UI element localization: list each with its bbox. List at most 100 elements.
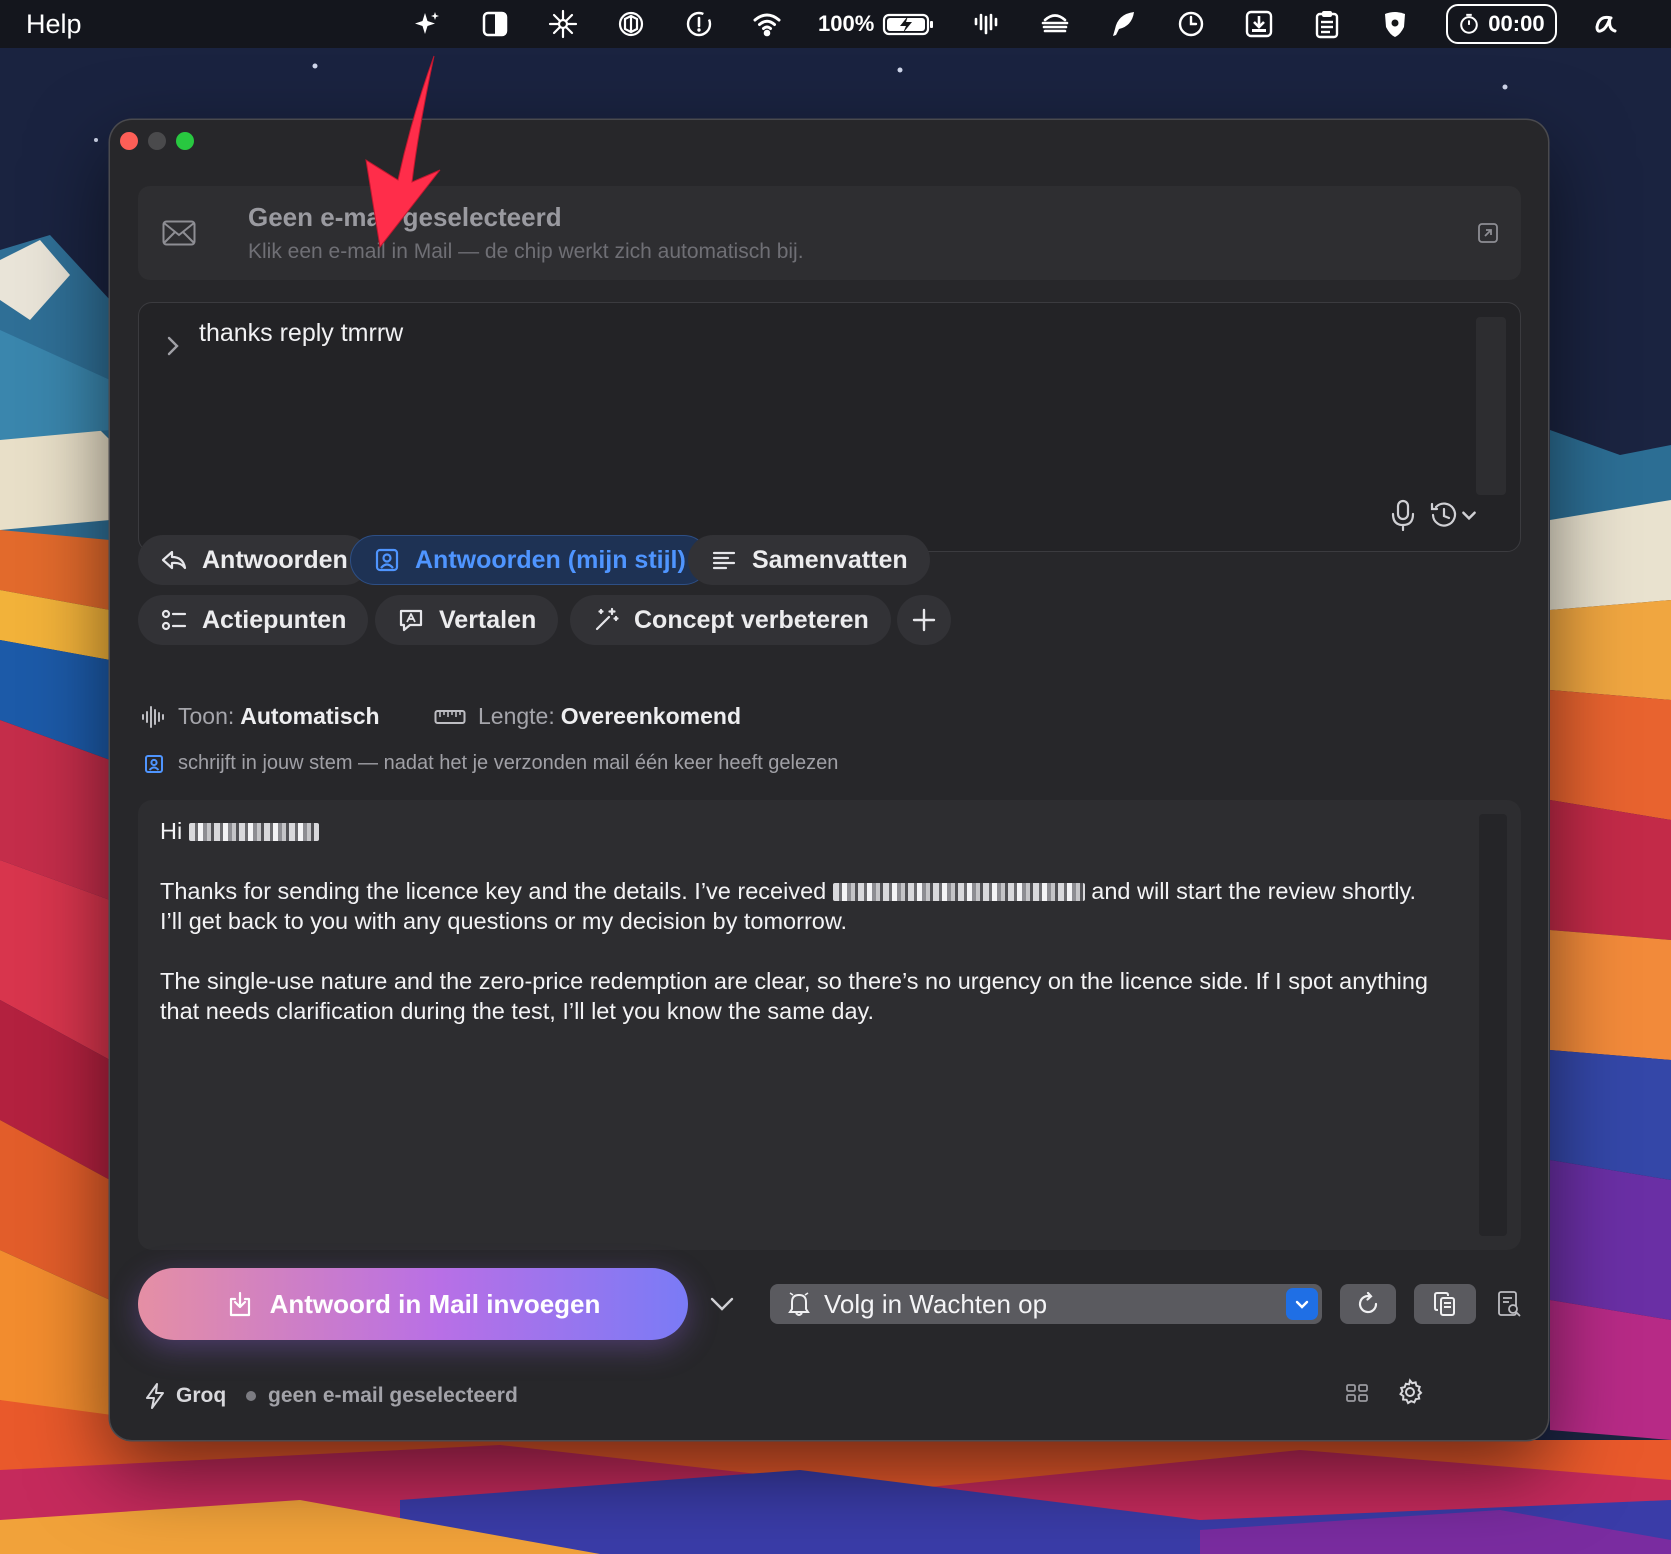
battery-icon[interactable] bbox=[882, 7, 936, 41]
clock-icon[interactable] bbox=[1174, 7, 1208, 41]
tone-label: Toon: bbox=[178, 703, 235, 729]
grid-icon bbox=[1346, 1384, 1368, 1402]
reply-my-style-label: Antwoorden (mijn stijl) bbox=[415, 545, 686, 574]
battery-percentage: 100% bbox=[818, 11, 875, 36]
bell-icon bbox=[788, 1292, 810, 1316]
annotation-arrow bbox=[365, 55, 441, 249]
chevron-down-icon bbox=[1462, 511, 1476, 521]
chevron-right-icon bbox=[167, 336, 179, 356]
waveform-icon bbox=[142, 705, 164, 728]
waveform-icon[interactable] bbox=[970, 7, 1004, 41]
checklist-icon bbox=[161, 609, 187, 631]
insert-tray-icon bbox=[229, 1291, 250, 1317]
followup-label: Volg in Wachten op bbox=[824, 1288, 1048, 1319]
followup-select[interactable]: Volg in Wachten op bbox=[770, 1284, 1322, 1324]
sparkle-icon[interactable] bbox=[410, 7, 444, 41]
script-a-icon[interactable] bbox=[1587, 7, 1621, 41]
draft-paragraph-1: Thanks for sending the licence key and t… bbox=[160, 876, 1431, 936]
status-dot bbox=[246, 1391, 256, 1401]
person-badge-icon bbox=[145, 754, 163, 773]
preview-button[interactable] bbox=[1494, 1284, 1524, 1324]
menu-bar: Help 100% 00:00 bbox=[0, 0, 1671, 48]
prompt-text[interactable]: thanks reply tmrrw bbox=[199, 319, 403, 348]
assistant-window: Geen e-mail geselecteerd Klik een e-mail… bbox=[110, 120, 1548, 1440]
layout-grid-button[interactable] bbox=[1344, 1378, 1370, 1408]
draft-greeting-line: Hi bbox=[160, 816, 1431, 846]
insert-reply-button[interactable]: Antwoord in Mail invoegen bbox=[138, 1268, 688, 1340]
timer-widget[interactable]: 00:00 bbox=[1446, 4, 1557, 44]
summarize-button[interactable]: Samenvatten bbox=[688, 535, 930, 585]
minimize-window-button[interactable] bbox=[148, 132, 166, 150]
snowflake-icon[interactable] bbox=[546, 7, 580, 41]
close-window-button[interactable] bbox=[120, 132, 138, 150]
selected-email-chip[interactable]: Geen e-mail geselecteerd Klik een e-mail… bbox=[138, 186, 1521, 280]
email-status: geen e-mail geselecteerd bbox=[246, 1384, 518, 1408]
document-search-icon bbox=[1498, 1291, 1521, 1317]
burger-icon[interactable] bbox=[1038, 7, 1072, 41]
provider-indicator[interactable]: Groq bbox=[144, 1382, 226, 1410]
lightning-icon bbox=[146, 1383, 164, 1409]
email-status-text: geen e-mail geselecteerd bbox=[268, 1384, 518, 1407]
refresh-icon bbox=[1358, 1291, 1378, 1314]
followup-dropdown-toggle[interactable] bbox=[1286, 1288, 1318, 1320]
summarize-label: Samenvatten bbox=[752, 545, 908, 574]
improve-draft-label: Concept verbeteren bbox=[634, 605, 869, 634]
prompt-history-button[interactable] bbox=[1428, 499, 1484, 531]
menu-bar-tray: 100% 00:00 bbox=[410, 0, 1655, 48]
alert-icon[interactable] bbox=[682, 7, 716, 41]
regenerate-button[interactable] bbox=[1340, 1284, 1396, 1324]
draft-greeting: Hi bbox=[160, 818, 183, 844]
window-controls bbox=[120, 132, 194, 150]
length-setting[interactable]: Lengte: Overeenkomend bbox=[434, 703, 741, 730]
action-items-label: Actiepunten bbox=[202, 605, 347, 634]
chip-subtitle: Klik een e-mail in Mail — de chip werkt … bbox=[248, 240, 804, 263]
redacted-licence-key bbox=[832, 883, 1085, 901]
text-lines-icon bbox=[712, 551, 736, 570]
microphone-icon[interactable] bbox=[1390, 499, 1416, 531]
reply-my-style-button[interactable]: Antwoorden (mijn stijl) bbox=[350, 535, 709, 585]
translate-label: Vertalen bbox=[439, 605, 537, 634]
action-items-button[interactable]: Actiepunten bbox=[138, 595, 369, 645]
clipboard-icon[interactable] bbox=[1310, 7, 1344, 41]
plus-icon bbox=[912, 608, 936, 632]
open-external-icon[interactable] bbox=[1477, 222, 1499, 244]
tone-value: Automatisch bbox=[240, 703, 380, 729]
reply-button[interactable]: Antwoorden bbox=[138, 535, 370, 585]
length-value: Overeenkomend bbox=[560, 703, 741, 729]
insert-options-chevron-icon[interactable] bbox=[708, 1292, 736, 1316]
contrast-icon[interactable] bbox=[478, 7, 512, 41]
reply-arrow-icon bbox=[161, 550, 187, 570]
draft-p1-start: Thanks for sending the licence key and t… bbox=[160, 878, 827, 904]
prompt-scrollbar[interactable] bbox=[1476, 317, 1506, 495]
feather-icon[interactable] bbox=[1106, 7, 1140, 41]
improve-draft-button[interactable]: Concept verbeteren bbox=[570, 595, 891, 645]
style-hint-text: schrijft in jouw stem — nadat het je ver… bbox=[178, 752, 839, 774]
timer-value: 00:00 bbox=[1488, 11, 1545, 36]
prompt-editor[interactable]: thanks reply tmrrw bbox=[138, 302, 1521, 552]
chevron-down-icon bbox=[1295, 1300, 1309, 1309]
ruler-icon bbox=[434, 709, 466, 724]
history-icon bbox=[1430, 502, 1457, 527]
help-menu[interactable]: Help bbox=[26, 9, 82, 40]
zoom-window-button[interactable] bbox=[176, 132, 194, 150]
redacted-name bbox=[188, 823, 319, 841]
copy-icon bbox=[1434, 1292, 1455, 1316]
translate-button[interactable]: Vertalen bbox=[375, 595, 559, 645]
openai-icon[interactable] bbox=[614, 7, 648, 41]
draft-scrollbar[interactable] bbox=[1479, 814, 1507, 1236]
wifi-icon[interactable] bbox=[750, 7, 784, 41]
provider-name: Groq bbox=[176, 1384, 227, 1407]
draft-output[interactable]: Hi Thanks for sending the licence key an… bbox=[138, 800, 1521, 1250]
shield-icon[interactable] bbox=[1378, 7, 1412, 41]
timer-icon bbox=[1460, 13, 1479, 34]
draft-paragraph-2: The single-use nature and the zero-price… bbox=[160, 968, 1429, 1024]
envelope-icon bbox=[162, 220, 196, 246]
copy-button[interactable] bbox=[1414, 1284, 1476, 1324]
settings-button[interactable] bbox=[1394, 1376, 1426, 1408]
person-badge-icon bbox=[375, 548, 399, 572]
translate-bubble-icon bbox=[399, 609, 423, 632]
tone-setting[interactable]: Toon: Automatisch bbox=[140, 703, 380, 730]
download-box-icon[interactable] bbox=[1242, 7, 1276, 41]
add-action-button[interactable] bbox=[897, 595, 951, 645]
gear-icon bbox=[1399, 1378, 1423, 1405]
